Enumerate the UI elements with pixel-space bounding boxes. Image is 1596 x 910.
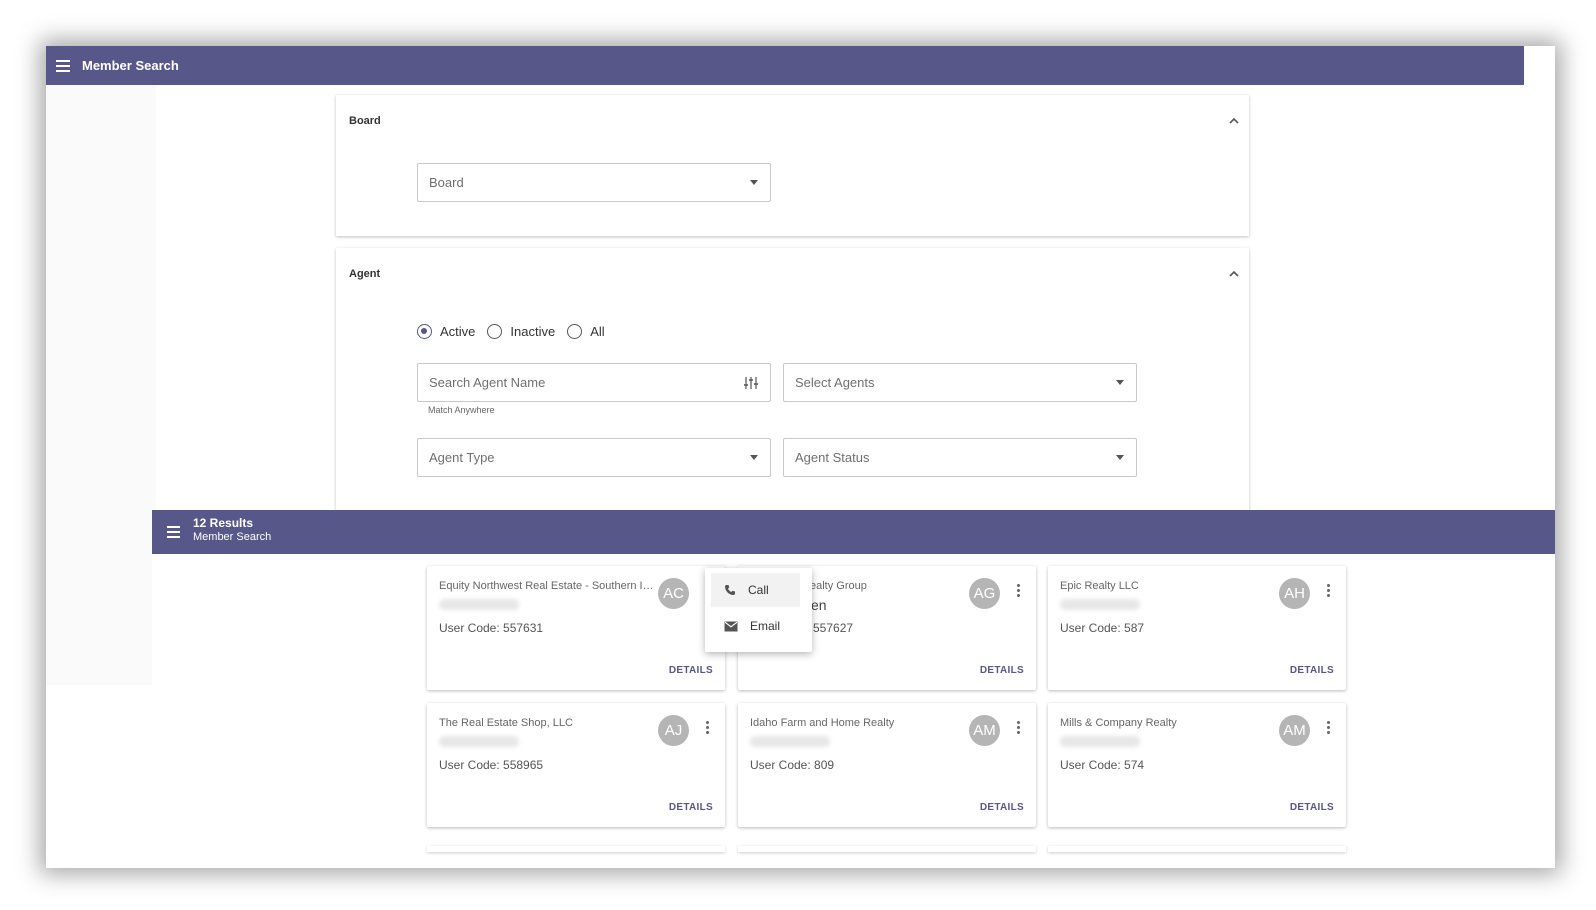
search-agent-placeholder: Search Agent Name <box>429 375 546 390</box>
agent-card[interactable]: The Real Estate Shop, LLC User Code: 558… <box>427 703 725 827</box>
agent-name-partial: en <box>811 597 827 613</box>
radio-all[interactable]: All <box>567 324 605 339</box>
office-name: The Real Estate Shop, LLC <box>439 717 573 729</box>
radio-label: Inactive <box>510 324 556 339</box>
email-icon <box>724 621 738 631</box>
board-select[interactable]: Board <box>417 163 771 202</box>
agent-type-value: Agent Type <box>429 450 495 465</box>
menu-item-call[interactable]: Call <box>711 573 800 607</box>
user-code: User Code: 587 <box>1060 621 1145 635</box>
agent-name-redacted <box>1060 736 1140 747</box>
details-button[interactable]: DETAILS <box>980 802 1024 813</box>
results-count: 12 Results <box>193 516 254 530</box>
results-subtitle: Member Search <box>193 531 272 543</box>
page-title: Member Search <box>82 58 179 73</box>
contact-context-menu: Call Email <box>705 568 812 652</box>
radio-inactive[interactable]: Inactive <box>487 324 555 339</box>
topbar-gap <box>1524 46 1555 85</box>
agent-name-redacted <box>1060 599 1140 610</box>
office-name: ealty Group <box>810 580 867 592</box>
agent-name-redacted <box>439 736 519 747</box>
details-button[interactable]: DETAILS <box>669 665 713 676</box>
avatar: AM <box>969 715 1000 746</box>
radio-unchecked-icon <box>487 324 503 339</box>
search-hint: Match Anywhere <box>428 405 495 415</box>
radio-unchecked-icon <box>567 324 583 339</box>
more-options-icon[interactable] <box>1327 584 1331 598</box>
agent-card[interactable]: Mills & Company Realty User Code: 574 AM… <box>1048 703 1346 827</box>
user-code: User Code: 558965 <box>439 758 544 772</box>
details-button[interactable]: DETAILS <box>1290 665 1334 676</box>
radio-checked-icon <box>417 324 432 339</box>
agent-card[interactable]: Equity Northwest Real Estate - Southern … <box>427 566 725 690</box>
menu-item-label: Call <box>748 583 769 597</box>
agent-card[interactable]: Epic Realty LLC User Code: 587 AH DETAIL… <box>1048 566 1346 690</box>
chevron-up-icon[interactable] <box>1229 116 1239 126</box>
dropdown-caret-icon <box>750 455 758 460</box>
office-name: Mills & Company Realty <box>1060 717 1177 729</box>
radio-label: Active <box>440 324 476 339</box>
user-code: User Code: 809 <box>750 758 835 772</box>
more-options-icon[interactable] <box>1017 721 1021 735</box>
dropdown-caret-icon <box>750 180 758 185</box>
agent-type-dropdown[interactable]: Agent Type <box>417 438 771 477</box>
hamburger-menu-icon[interactable] <box>167 523 180 541</box>
details-button[interactable]: DETAILS <box>669 802 713 813</box>
select-agents-value: Select Agents <box>795 375 875 390</box>
office-name: Epic Realty LLC <box>1060 580 1139 592</box>
board-panel-title: Board <box>349 115 381 127</box>
office-name: Equity Northwest Real Estate - Southern … <box>439 580 654 592</box>
phone-icon <box>725 585 735 595</box>
left-gutter <box>46 85 156 685</box>
radio-active[interactable]: Active <box>417 324 475 339</box>
sliders-icon[interactable] <box>744 376 758 390</box>
agent-name-redacted <box>750 736 830 747</box>
board-select-value: Board <box>429 175 464 190</box>
search-agent-input[interactable]: Search Agent Name <box>417 363 771 402</box>
board-panel: Board Board <box>336 95 1249 236</box>
avatar: AH <box>1279 578 1310 609</box>
menu-item-label: Email <box>750 619 781 633</box>
office-name: Idaho Farm and Home Realty <box>750 717 895 729</box>
select-agents-dropdown[interactable]: Select Agents <box>783 363 1137 402</box>
hamburger-menu-icon[interactable] <box>56 57 70 75</box>
agent-status-dropdown[interactable]: Agent Status <box>783 438 1137 477</box>
agent-panel: Agent Active Inactive All Search Agent N… <box>336 248 1249 518</box>
card-stub <box>427 846 725 852</box>
menu-item-email[interactable]: Email <box>711 609 800 643</box>
more-options-icon[interactable] <box>1017 584 1021 598</box>
agent-panel-title: Agent <box>349 268 381 280</box>
more-options-icon[interactable] <box>706 721 710 735</box>
avatar: AC <box>658 578 689 609</box>
avatar: AG <box>969 578 1000 609</box>
details-button[interactable]: DETAILS <box>1290 802 1334 813</box>
agent-name-redacted <box>439 599 519 610</box>
top-app-bar: Member Search <box>46 46 1524 85</box>
card-stub <box>1048 846 1346 852</box>
user-code: 557627 <box>813 621 854 635</box>
avatar: AJ <box>658 715 689 746</box>
dropdown-caret-icon <box>1116 455 1124 460</box>
radio-label: All <box>590 324 605 339</box>
dropdown-caret-icon <box>1116 380 1124 385</box>
chevron-up-icon[interactable] <box>1229 269 1239 279</box>
details-button[interactable]: DETAILS <box>980 665 1024 676</box>
results-header-bar: 12 Results Member Search <box>152 510 1555 554</box>
agent-status-value: Agent Status <box>795 450 870 465</box>
user-code: User Code: 557631 <box>439 621 544 635</box>
user-code: User Code: 574 <box>1060 758 1145 772</box>
card-stub <box>738 846 1036 852</box>
avatar: AM <box>1279 715 1310 746</box>
agent-status-radio-group: Active Inactive All <box>417 324 617 339</box>
agent-card[interactable]: Idaho Farm and Home Realty User Code: 80… <box>738 703 1036 827</box>
more-options-icon[interactable] <box>1327 721 1331 735</box>
